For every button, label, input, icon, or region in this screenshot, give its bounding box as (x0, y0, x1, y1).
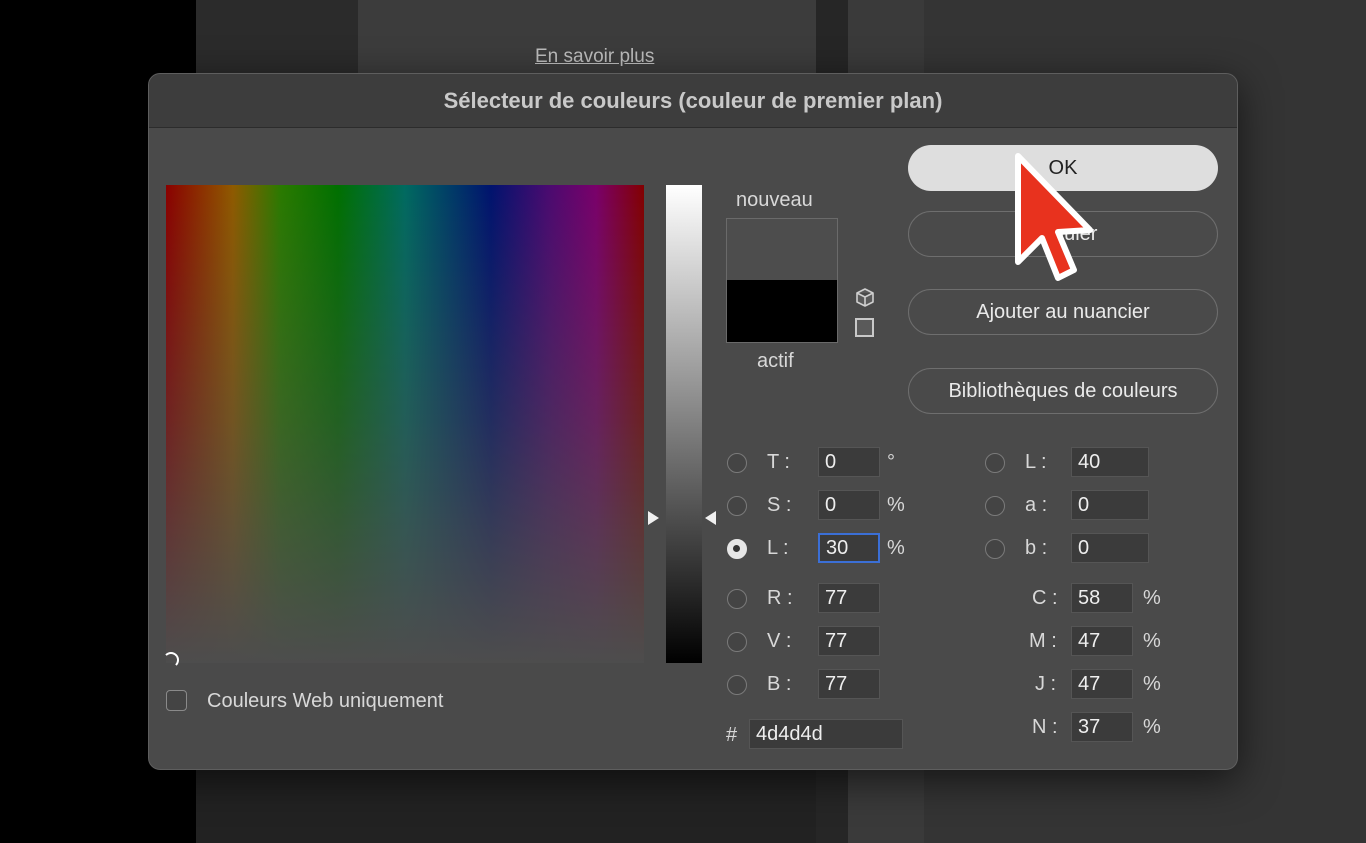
active-color-swatch[interactable] (726, 280, 838, 343)
radio-lab-l[interactable] (985, 453, 1005, 473)
slider-left-handle[interactable] (648, 511, 659, 525)
background-bottom (196, 770, 816, 843)
yellow-label: J : (1035, 673, 1057, 695)
web-colors-only-label: Couleurs Web uniquement (207, 690, 444, 712)
yellow-unit: % (1143, 673, 1161, 695)
lab-l-label: L : (1025, 451, 1047, 473)
brightness-unit: % (887, 537, 905, 559)
radio-red[interactable] (727, 589, 747, 609)
brightness-input[interactable]: 30 (818, 533, 880, 563)
dialog-titlebar[interactable]: Sélecteur de couleurs (couleur de premie… (149, 74, 1237, 128)
radio-green[interactable] (727, 632, 747, 652)
dialog-title: Sélecteur de couleurs (couleur de premie… (443, 87, 943, 113)
brightness-label: L : (767, 537, 789, 559)
lab-a-input[interactable]: 0 (1071, 490, 1149, 520)
green-label: V : (767, 630, 792, 652)
black-label: N : (1032, 716, 1058, 738)
hue-input[interactable]: 0 (818, 447, 880, 477)
lightness-slider[interactable] (666, 185, 702, 663)
hue-unit: ° (887, 451, 895, 473)
learn-more-link[interactable]: En savoir plus (535, 46, 654, 68)
cyan-unit: % (1143, 587, 1161, 609)
new-color-label: nouveau (736, 189, 813, 211)
saturation-label: S : (767, 494, 792, 516)
magenta-label: M : (1029, 630, 1057, 652)
out-of-gamut-cube-icon[interactable] (854, 287, 876, 309)
mouse-cursor-icon (1015, 153, 1093, 281)
color-libraries-button[interactable]: Bibliothèques de couleurs (908, 368, 1218, 414)
radio-lab-a[interactable] (985, 496, 1005, 516)
hex-prefix: # (726, 724, 738, 746)
web-colors-only-checkbox[interactable] (166, 690, 187, 711)
cyan-label: C : (1032, 587, 1058, 609)
lab-b-input[interactable]: 0 (1071, 533, 1149, 563)
radio-saturation[interactable] (727, 496, 747, 516)
red-input[interactable]: 77 (818, 583, 880, 613)
lab-l-input[interactable]: 40 (1071, 447, 1149, 477)
blue-input[interactable]: 77 (818, 669, 880, 699)
lab-a-label: a : (1025, 494, 1048, 516)
color-field[interactable] (166, 185, 644, 663)
black-unit: % (1143, 716, 1161, 738)
green-input[interactable]: 77 (818, 626, 880, 656)
radio-blue[interactable] (727, 675, 747, 695)
web-safe-square-icon[interactable] (855, 318, 874, 337)
radio-lab-b[interactable] (985, 539, 1005, 559)
magenta-input[interactable]: 47 (1071, 626, 1133, 656)
saturation-input[interactable]: 0 (818, 490, 880, 520)
blue-label: B : (767, 673, 792, 695)
new-color-swatch[interactable] (726, 218, 838, 281)
yellow-input[interactable]: 47 (1071, 669, 1133, 699)
radio-hue[interactable] (727, 453, 747, 473)
slider-right-handle[interactable] (705, 511, 716, 525)
cyan-input[interactable]: 58 (1071, 583, 1133, 613)
red-label: R : (767, 587, 793, 609)
saturation-unit: % (887, 494, 905, 516)
lab-b-label: b : (1025, 537, 1048, 559)
radio-brightness[interactable] (727, 539, 747, 559)
color-field-marker[interactable] (163, 652, 179, 668)
black-input[interactable]: 37 (1071, 712, 1133, 742)
add-to-swatches-button[interactable]: Ajouter au nuancier (908, 289, 1218, 335)
hue-label: T : (767, 451, 790, 473)
magenta-unit: % (1143, 630, 1161, 652)
hex-input[interactable]: 4d4d4d (749, 719, 903, 749)
active-color-label: actif (757, 350, 794, 372)
